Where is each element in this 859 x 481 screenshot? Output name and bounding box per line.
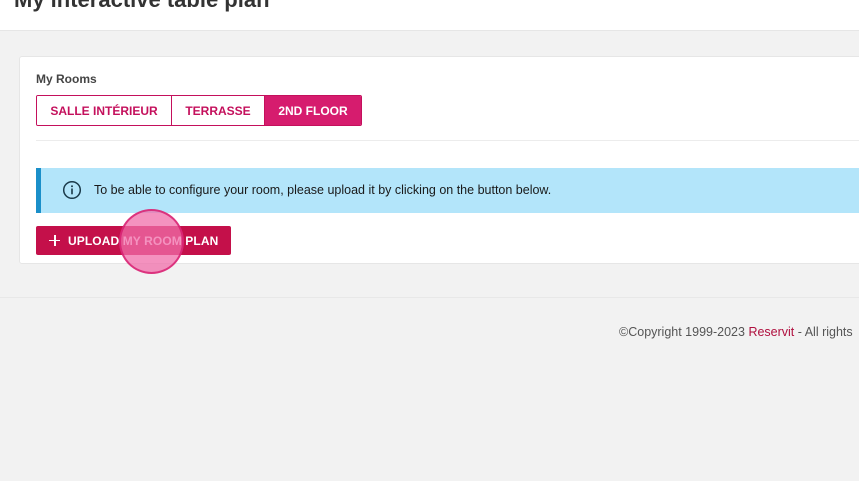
tab-terrasse[interactable]: TERRASSE: [172, 96, 265, 125]
page-title: My interactive table plan: [14, 0, 270, 13]
upload-button-label: UPLOAD MY ROOM PLAN: [68, 233, 219, 248]
divider: [36, 140, 859, 141]
tab-2nd-floor[interactable]: 2ND FLOOR: [265, 96, 361, 125]
footer-divider: [0, 297, 859, 298]
rooms-card: My Rooms SALLE INTÉRIEUR TERRASSE 2ND FL…: [19, 56, 859, 264]
info-circle-icon: [62, 180, 82, 200]
brand-link[interactable]: Reservit: [748, 325, 794, 339]
rooms-label: My Rooms: [36, 72, 97, 86]
copyright: ©Copyright 1999-2023 Reservit - All righ…: [619, 325, 853, 339]
alert-text: To be able to configure your room, pleas…: [94, 183, 552, 197]
info-alert: To be able to configure your room, pleas…: [36, 168, 859, 213]
plus-icon: [49, 235, 60, 246]
tab-salle-interieur[interactable]: SALLE INTÉRIEUR: [37, 96, 172, 125]
copyright-suffix: - All rights: [794, 325, 853, 339]
copyright-prefix: ©Copyright 1999-2023: [619, 325, 749, 339]
upload-room-plan-button[interactable]: UPLOAD MY ROOM PLAN: [36, 226, 231, 255]
room-tabs: SALLE INTÉRIEUR TERRASSE 2ND FLOOR: [36, 95, 362, 126]
page-header: My interactive table plan: [0, 0, 859, 31]
